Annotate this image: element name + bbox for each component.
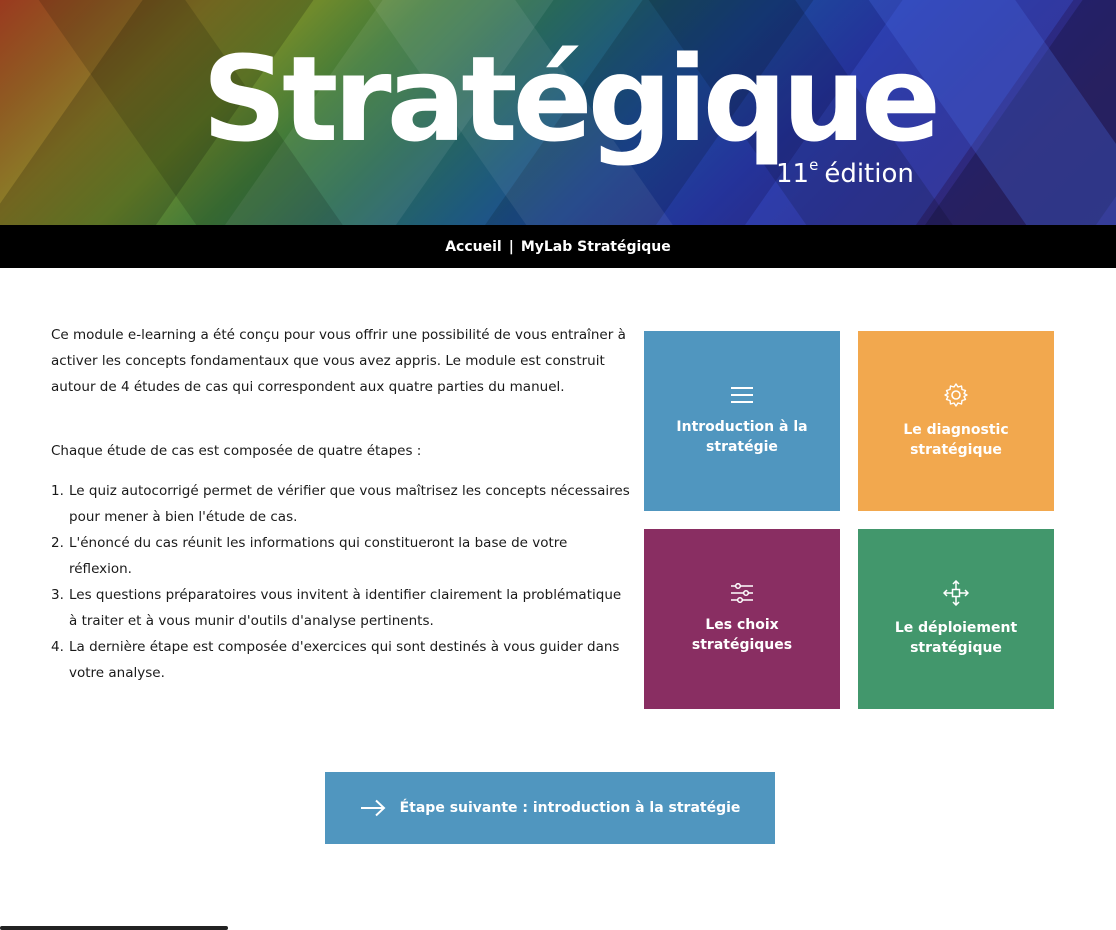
list-item: 1. Le quiz autocorrigé permet de vérifier… <box>51 478 631 530</box>
edition-label: 11e édition <box>776 156 914 189</box>
tile-label: Les choix stratégiques <box>691 617 793 653</box>
intro-paragraph: Ce module e-learning a été conçu pour vo… <box>51 327 626 395</box>
list-item: 4. La dernière étape est composée d'exerc… <box>51 634 631 686</box>
tile-deploiement[interactable]: Le déploiement stratégique <box>858 529 1054 709</box>
step-text: Les questions préparatoires vous inviten… <box>69 587 622 629</box>
next-step-label: Étape suivante : introduction à la strat… <box>399 800 741 816</box>
tile-label: Le diagnostic stratégique <box>903 422 1009 458</box>
steps-title: Chaque étude de cas est composée de quat… <box>51 443 422 459</box>
edition-superscript: e <box>809 156 819 174</box>
step-number: 4. <box>51 639 64 655</box>
step-text: L'énoncé du cas réunit les informations … <box>69 535 568 577</box>
tile-introduction[interactable]: Introduction à la stratégie <box>644 331 840 511</box>
edition-word: édition <box>824 159 914 189</box>
sliders-icon <box>731 583 753 603</box>
steps-list: 1. Le quiz autocorrigé permet de vérifier… <box>51 478 631 686</box>
tile-label: Le déploiement stratégique <box>894 620 1018 656</box>
step-number: 3. <box>51 587 64 603</box>
menu-icon <box>731 387 753 403</box>
top-nav: Accueil | MyLab Stratégique <box>0 225 1116 268</box>
nav-link-mylab[interactable]: MyLab Stratégique <box>521 239 671 255</box>
tile-label: Introduction à la stratégie <box>676 419 808 455</box>
hero-banner: Stratégique 11e édition <box>0 0 1116 225</box>
nav-link-accueil[interactable]: Accueil <box>445 239 502 255</box>
scroll-indicator <box>0 926 228 930</box>
step-text: La dernière étape est composée d'exercic… <box>69 639 620 681</box>
arrow-right-icon <box>360 799 386 817</box>
step-text: Le quiz autocorrigé permet de vérifier q… <box>69 483 630 525</box>
move-arrows-icon <box>943 580 969 606</box>
page-title: Stratégique <box>202 30 941 168</box>
list-item: 2. L'énoncé du cas réunit les information… <box>51 530 631 582</box>
step-number: 1. <box>51 483 64 499</box>
nav-separator: | <box>508 238 514 255</box>
list-item: 3. Les questions préparatoires vous invit… <box>51 582 631 634</box>
gear-icon <box>944 383 968 407</box>
tile-choix[interactable]: Les choix stratégiques <box>644 529 840 709</box>
step-number: 2. <box>51 535 64 551</box>
edition-number: 11 <box>776 159 810 189</box>
next-step-button[interactable]: Étape suivante : introduction à la strat… <box>325 772 775 844</box>
tile-diagnostic[interactable]: Le diagnostic stratégique <box>858 331 1054 511</box>
